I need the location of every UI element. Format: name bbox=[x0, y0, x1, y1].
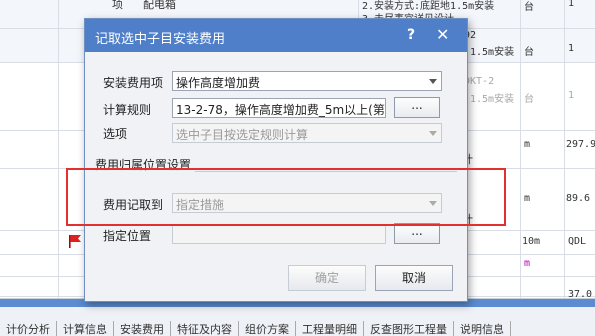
column-divider bbox=[520, 0, 521, 310]
position-label: 指定位置 bbox=[103, 229, 152, 243]
fee-item-label: 安装费用项 bbox=[103, 76, 164, 90]
column-divider bbox=[564, 0, 565, 310]
chevron-down-icon bbox=[429, 131, 437, 136]
dialog-titlebar[interactable]: 记取选中子目安装费用 ? ✕ bbox=[85, 19, 467, 52]
tab-notes[interactable]: 说明信息 bbox=[454, 321, 511, 336]
cell-text: 项 bbox=[112, 0, 123, 11]
flag-icon bbox=[69, 235, 81, 248]
tab-reverse-lookup[interactable]: 反查图形工程量 bbox=[364, 321, 454, 336]
tab-quantity-detail[interactable]: 工程量明细 bbox=[296, 321, 364, 336]
position-field[interactable] bbox=[172, 224, 386, 244]
column-divider bbox=[58, 0, 59, 310]
cell-text: 1.5m安装 bbox=[470, 94, 515, 105]
cell-unit: m bbox=[524, 139, 531, 150]
bottom-panel: 计价分析 计算信息 安装费用 特征及内容 组价方案 工程量明细 反查图形工程量 说明信息 bbox=[0, 298, 595, 336]
option-label: 选项 bbox=[103, 127, 128, 141]
tab-pricing-analysis[interactable]: 计价分析 bbox=[0, 321, 57, 336]
cell-unit: m bbox=[524, 258, 531, 269]
tab-calc-info[interactable]: 计算信息 bbox=[57, 321, 114, 336]
cell-qty: 1 bbox=[568, 0, 575, 9]
cell-qty: 1 bbox=[568, 90, 575, 101]
option-value: 选中子目按选定规则计算 bbox=[176, 128, 309, 142]
chevron-down-icon bbox=[429, 79, 437, 84]
cell-unit: 台 bbox=[524, 47, 534, 58]
cell-text: 配电箱 bbox=[143, 0, 176, 11]
dialog-title: 记取选中子目安装费用 bbox=[95, 32, 226, 47]
cell-qty: 1 bbox=[568, 43, 575, 54]
rule-browse-button[interactable]: ... bbox=[394, 97, 440, 118]
tab-features[interactable]: 特征及内容 bbox=[171, 321, 239, 336]
rule-field[interactable]: 13-2-78，操作高度增加费_5m以上(第四 bbox=[172, 98, 386, 118]
position-browse-button[interactable]: ... bbox=[394, 223, 440, 244]
tab-pricing-plan[interactable]: 组价方案 bbox=[239, 321, 296, 336]
cell-qty: 89.6 bbox=[566, 193, 591, 204]
highlight-annotation bbox=[66, 168, 506, 226]
option-select[interactable]: 选中子目按选定规则计算 bbox=[172, 123, 442, 143]
cell-text: 1.5m安装 bbox=[470, 47, 515, 58]
rule-label: 计算规则 bbox=[103, 103, 152, 117]
cell-qty: 297.9 bbox=[566, 139, 595, 150]
cell-unit: 台 bbox=[524, 94, 534, 105]
fee-item-select[interactable]: 操作高度增加费 bbox=[172, 71, 442, 91]
fee-item-value: 操作高度增加费 bbox=[176, 76, 261, 90]
ok-button[interactable]: 确定 bbox=[288, 265, 366, 291]
cell-unit: 台 bbox=[524, 2, 534, 13]
cell-qty: QDL bbox=[568, 236, 587, 247]
tab-install-fee[interactable]: 安装费用 bbox=[114, 321, 171, 336]
rule-value: 13-2-78，操作高度增加费_5m以上(第四 bbox=[176, 103, 386, 117]
close-icon[interactable]: ✕ bbox=[436, 27, 449, 43]
cell-text: DKT-2 bbox=[464, 76, 495, 87]
install-fee-dialog: 记取选中子目安装费用 ? ✕ 安装费用项 操作高度增加费 计算规则 13-2-7… bbox=[84, 18, 468, 302]
bottom-tabs: 计价分析 计算信息 安装费用 特征及内容 组价方案 工程量明细 反查图形工程量 说明信息 bbox=[0, 321, 511, 336]
cancel-button[interactable]: 取消 bbox=[375, 265, 453, 291]
help-icon[interactable]: ? bbox=[407, 27, 415, 43]
cell-unit: m bbox=[524, 193, 531, 204]
cell-unit: 10m bbox=[522, 236, 541, 247]
